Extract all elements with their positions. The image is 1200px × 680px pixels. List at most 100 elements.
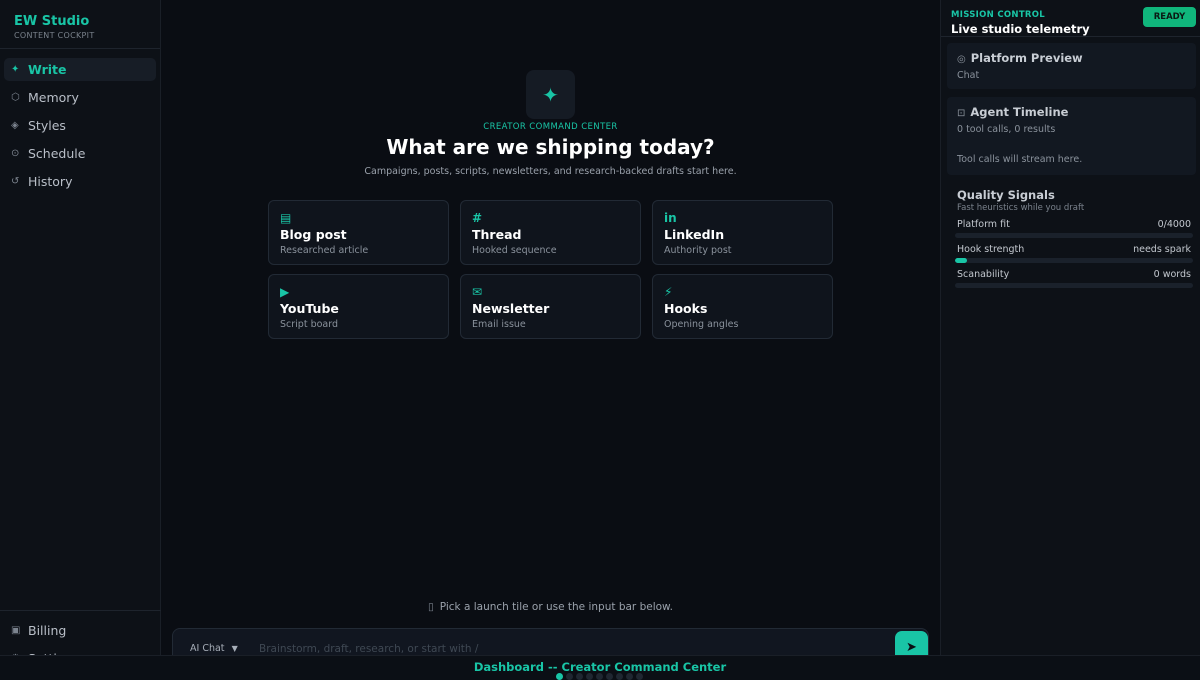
metric-label: Hook strength bbox=[957, 244, 1025, 255]
sidebar-item-styles[interactable]: ◈ Styles bbox=[4, 114, 156, 137]
timeline-note: Tool calls will stream here. bbox=[957, 154, 1083, 165]
chevron-down-icon: ▼ bbox=[231, 644, 238, 653]
sidebar-item-label: Styles bbox=[28, 118, 66, 133]
metric-label: Scanability bbox=[957, 269, 1010, 280]
timeline-count: 0 tool calls, 0 results bbox=[957, 124, 1056, 135]
card-title: ⊡ Agent Timeline bbox=[957, 105, 1186, 119]
pager-dot[interactable] bbox=[586, 673, 593, 680]
sidebar-item-label: Schedule bbox=[28, 146, 86, 161]
brand: EW Studio CONTENT COCKPIT bbox=[0, 0, 160, 49]
hint-text: ▯ Pick a launch tile or use the input bar… bbox=[161, 601, 940, 613]
pager-dot[interactable] bbox=[576, 673, 583, 680]
billing-icon: ▣ bbox=[11, 625, 21, 636]
bolt-icon: ⚡ bbox=[664, 285, 673, 299]
diamond-icon: ◈ bbox=[11, 120, 19, 131]
document-icon: ▤ bbox=[280, 211, 292, 225]
tile-subtitle: Researched article bbox=[280, 245, 369, 256]
tile-title: Thread bbox=[472, 227, 522, 242]
sidebar: EW Studio CONTENT COCKPIT ✦ Write ⬡ Memo… bbox=[0, 0, 161, 680]
tile-title: YouTube bbox=[280, 301, 339, 316]
sidebar-item-label: Memory bbox=[28, 90, 79, 105]
sidebar-item-schedule[interactable]: ⊙ Schedule bbox=[4, 142, 156, 165]
telemetry-panel: MISSION CONTROL Live studio telemetry RE… bbox=[940, 0, 1200, 680]
quality-signals: Quality Signals Fast heuristics while yo… bbox=[955, 188, 1193, 288]
pager-dot[interactable] bbox=[596, 673, 603, 680]
sidebar-item-billing[interactable]: ▣ Billing bbox=[4, 619, 157, 642]
tile-title: Newsletter bbox=[472, 301, 550, 316]
sidebar-item-label: Write bbox=[28, 62, 67, 77]
hash-icon: # bbox=[472, 211, 483, 225]
hint-label: Pick a launch tile or use the input bar … bbox=[439, 601, 674, 613]
quality-subtitle: Fast heuristics while you draft bbox=[957, 203, 1085, 213]
lightbulb-icon: ▯ bbox=[427, 601, 434, 613]
brand-subtitle: CONTENT COCKPIT bbox=[14, 31, 95, 40]
pager-dot[interactable] bbox=[636, 673, 643, 680]
agent-timeline-card[interactable]: ⊡ Agent Timeline 0 tool calls, 0 results … bbox=[947, 97, 1196, 175]
pager-dots bbox=[556, 673, 643, 680]
preview-platform: Chat bbox=[957, 70, 980, 81]
panel-header: MISSION CONTROL Live studio telemetry RE… bbox=[941, 0, 1200, 37]
metric-label: Platform fit bbox=[957, 219, 1010, 230]
platform-preview-card[interactable]: ◎ Platform Preview Chat bbox=[947, 43, 1196, 89]
tile-subtitle: Hooked sequence bbox=[472, 245, 557, 256]
panel-title: Live studio telemetry bbox=[951, 22, 1090, 36]
sparkle-icon: ✦ bbox=[11, 64, 20, 75]
tile-thread[interactable]: # Thread Hooked sequence bbox=[460, 200, 641, 265]
sidebar-item-write[interactable]: ✦ Write bbox=[4, 58, 156, 81]
footer-title: Dashboard -- Creator Command Center bbox=[473, 660, 727, 674]
panel-eyebrow: MISSION CONTROL bbox=[951, 10, 1046, 20]
history-icon: ↺ bbox=[11, 176, 20, 187]
tile-hooks[interactable]: ⚡ Hooks Opening angles bbox=[652, 274, 833, 339]
sidebar-item-label: Billing bbox=[28, 623, 67, 638]
metric-value: needs spark bbox=[1133, 244, 1191, 255]
mode-select[interactable]: AI Chat ▼ bbox=[190, 643, 238, 654]
status-badge: READY bbox=[1143, 7, 1196, 27]
sidebar-item-history[interactable]: ↺ History bbox=[4, 170, 156, 193]
timeline-icon: ⊡ bbox=[957, 108, 966, 119]
pager-dot[interactable] bbox=[626, 673, 633, 680]
quality-title: Quality Signals bbox=[957, 188, 1055, 202]
tile-subtitle: Script board bbox=[280, 319, 339, 330]
sidebar-item-memory[interactable]: ⬡ Memory bbox=[4, 86, 156, 109]
metric-bar bbox=[955, 283, 1193, 288]
pager-dot[interactable] bbox=[606, 673, 613, 680]
pager-dot[interactable] bbox=[566, 673, 573, 680]
tile-subtitle: Authority post bbox=[664, 245, 732, 256]
tile-title: Blog post bbox=[280, 227, 347, 242]
pager-dot[interactable] bbox=[556, 673, 563, 680]
tile-youtube[interactable]: ▶ YouTube Script board bbox=[268, 274, 449, 339]
metric-platform-fit: Platform fit 0/4000 bbox=[955, 219, 1193, 238]
mode-label: AI Chat bbox=[190, 643, 225, 654]
pager-dot[interactable] bbox=[616, 673, 623, 680]
page-subtitle: Campaigns, posts, scripts, newsletters, … bbox=[364, 166, 737, 177]
footer-bar: Dashboard -- Creator Command Center bbox=[0, 655, 1200, 680]
sidebar-nav: ✦ Write ⬡ Memory ◈ Styles ⊙ Schedule ↺ H… bbox=[0, 49, 160, 207]
brand-title: EW Studio bbox=[14, 14, 90, 29]
linkedin-icon: in bbox=[664, 211, 677, 225]
send-icon: ➤ bbox=[906, 639, 917, 655]
tile-subtitle: Email issue bbox=[472, 319, 526, 330]
metric-scanability: Scanability 0 words bbox=[955, 269, 1193, 288]
eye-icon: ◎ bbox=[957, 54, 966, 65]
metric-bar-fill bbox=[955, 258, 967, 263]
metric-hook-strength: Hook strength needs spark bbox=[955, 244, 1193, 263]
sidebar-item-label: History bbox=[28, 174, 73, 189]
main-content: ✦ CREATOR COMMAND CENTER What are we shi… bbox=[161, 0, 940, 680]
card-title-label: Agent Timeline bbox=[970, 105, 1069, 119]
play-icon: ▶ bbox=[280, 285, 290, 299]
metric-bar bbox=[955, 258, 1193, 263]
card-title: ◎ Platform Preview bbox=[957, 51, 1186, 65]
metric-value: 0 words bbox=[1153, 269, 1191, 280]
tile-linkedin[interactable]: in LinkedIn Authority post bbox=[652, 200, 833, 265]
tile-blog-post[interactable]: ▤ Blog post Researched article bbox=[268, 200, 449, 265]
mail-icon: ✉ bbox=[472, 285, 483, 299]
tile-subtitle: Opening angles bbox=[664, 319, 739, 330]
tile-newsletter[interactable]: ✉ Newsletter Email issue bbox=[460, 274, 641, 339]
tile-title: LinkedIn bbox=[664, 227, 725, 242]
card-title-label: Platform Preview bbox=[970, 51, 1083, 65]
hexagon-icon: ⬡ bbox=[11, 92, 20, 103]
metric-value: 0/4000 bbox=[1157, 219, 1191, 230]
sparkle-icon: ✦ bbox=[526, 70, 575, 119]
launch-tiles: ▤ Blog post Researched article # Thread … bbox=[268, 200, 833, 339]
metric-bar bbox=[955, 233, 1193, 238]
